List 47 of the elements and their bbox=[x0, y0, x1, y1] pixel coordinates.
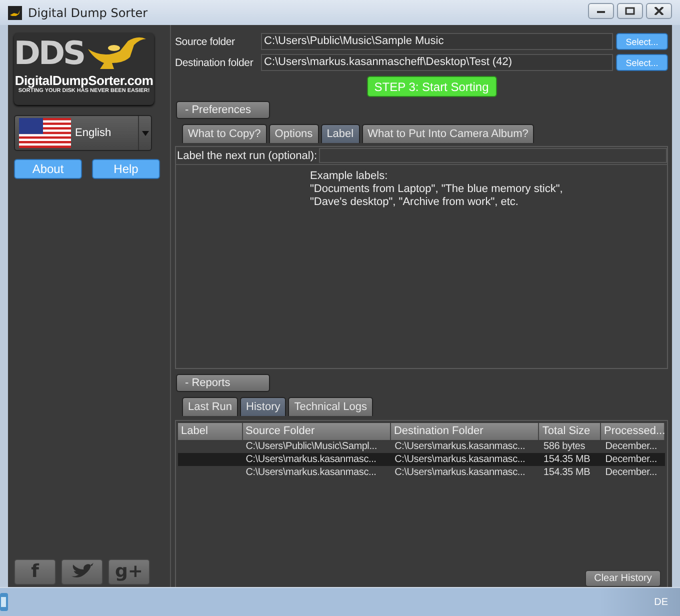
table-cell: December... bbox=[605, 441, 657, 452]
preferences-tab[interactable]: What to Put Into Camera Album? bbox=[362, 124, 534, 143]
logo-mark: DDS bbox=[14, 35, 84, 71]
preferences-tab[interactable]: What to Copy? bbox=[182, 124, 267, 143]
folder-path-field[interactable]: C:\Users\markus.kasanmascheff\Desktop\Test (42) bbox=[261, 54, 613, 71]
preferences-toggle[interactable]: - Preferences bbox=[176, 101, 270, 119]
example-text: Example labels: bbox=[310, 170, 389, 183]
folder-label: Destination folder bbox=[175, 56, 254, 68]
select-button[interactable]: Select... bbox=[616, 33, 668, 50]
table-cell: C:\Users\markus.kasanmasc... bbox=[246, 467, 376, 478]
preferences-tab[interactable]: Label bbox=[320, 124, 360, 143]
logo-text: DigitalDumpSorter.com bbox=[14, 73, 154, 88]
example-text: "Dave's desktop", "Archive from work", etc. bbox=[310, 196, 520, 209]
facebook-button[interactable]: f bbox=[14, 559, 56, 585]
column-header[interactable]: Processed... bbox=[601, 423, 665, 440]
reports-tab[interactable]: History bbox=[240, 397, 286, 416]
column-header[interactable]: Label bbox=[178, 423, 243, 440]
column-header[interactable]: Total Size bbox=[539, 423, 601, 440]
clear-history-button[interactable]: Clear History bbox=[585, 570, 661, 587]
select-button[interactable]: Select... bbox=[616, 54, 668, 71]
table-cell: C:\Users\markus.kasanmasc... bbox=[394, 467, 526, 478]
input-language-indicator[interactable]: DE bbox=[654, 596, 668, 608]
google-plus-button[interactable]: g+ bbox=[108, 559, 150, 585]
reports-toggle[interactable]: - Reports bbox=[176, 374, 270, 392]
preferences-tab[interactable]: Options bbox=[268, 124, 319, 143]
folder-label: Source folder bbox=[175, 36, 236, 48]
selected-table-row[interactable]: C:\Users\markus.kasanmasc... C:\Users\markus.kasanmasc... 154.35 MB December... bbox=[178, 453, 665, 466]
column-header[interactable]: Destination Folder bbox=[390, 423, 540, 440]
window-title: Digital Dump Sorter bbox=[28, 6, 148, 20]
about-button[interactable]: About bbox=[14, 159, 82, 179]
table-cell: C:\Users\markus.kasanmasc... bbox=[246, 454, 376, 465]
table-cell: C:\Users\Public\Music\Sampl... bbox=[246, 441, 377, 452]
reports-tab[interactable]: Technical Logs bbox=[288, 397, 374, 416]
table-cell: 154.35 MB bbox=[544, 467, 590, 478]
help-button[interactable]: Help bbox=[92, 159, 160, 179]
table-cell: December... bbox=[605, 467, 657, 478]
example-text: "Documents from Laptop", "The blue memory stick", bbox=[310, 183, 564, 196]
column-header[interactable]: Source Folder bbox=[242, 423, 391, 440]
table-cell: C:\Users\markus.kasanmasc... bbox=[394, 441, 526, 452]
table-cell: December... bbox=[605, 454, 657, 465]
table-cell: 586 bytes bbox=[544, 441, 586, 452]
folder-path-field[interactable]: C:\Users\Public\Music\Sample Music bbox=[261, 33, 613, 50]
table-cell: 154.35 MB bbox=[544, 454, 590, 465]
language-dropdown[interactable]: English bbox=[14, 115, 152, 151]
table-cell: C:\Users\markus.kasanmasc... bbox=[394, 454, 526, 465]
reports-tab[interactable]: Last Run bbox=[182, 397, 238, 416]
field-label: Label the next run (optional): bbox=[176, 150, 318, 162]
